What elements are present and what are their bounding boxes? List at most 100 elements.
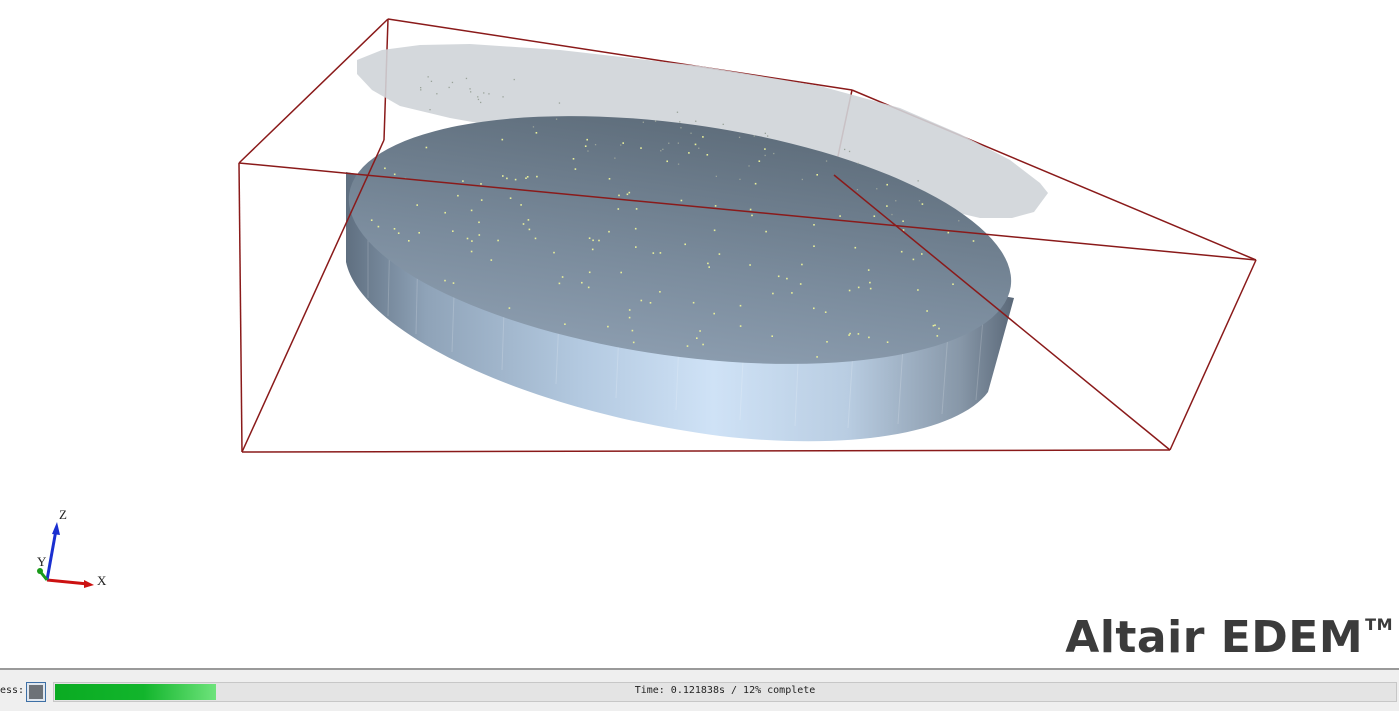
- 3d-viewport[interactable]: Z Y X Altair EDEM TM: [0, 0, 1399, 668]
- status-bar: ess: Time: 0.121838s / 12% complete: [0, 668, 1399, 711]
- particle: [849, 332, 851, 335]
- scene-canvas: Z Y X: [37, 18, 1257, 588]
- particle: [848, 289, 851, 292]
- particle: [692, 301, 695, 304]
- particle: [758, 160, 761, 162]
- particle: [662, 148, 664, 150]
- particle: [772, 292, 774, 295]
- particle: [640, 299, 643, 302]
- particle: [628, 316, 631, 319]
- particle: [480, 101, 482, 104]
- particle: [488, 93, 490, 95]
- stop-square-icon: [29, 685, 43, 699]
- particle: [526, 176, 529, 178]
- particle: [622, 142, 624, 144]
- particle: [801, 178, 803, 181]
- particle: [564, 323, 566, 325]
- brand-trademark: TM: [1365, 615, 1393, 634]
- particle: [592, 239, 594, 242]
- particle: [558, 282, 561, 285]
- particle: [553, 251, 555, 254]
- particle: [397, 232, 400, 234]
- particle: [532, 126, 535, 128]
- particle: [506, 177, 508, 180]
- particle: [921, 203, 924, 205]
- particle: [686, 345, 689, 347]
- particle: [591, 248, 594, 251]
- particle: [527, 219, 530, 221]
- particle: [608, 178, 611, 180]
- particle: [715, 175, 717, 177]
- particle: [477, 96, 479, 98]
- particle: [708, 266, 710, 268]
- particle: [614, 157, 616, 159]
- particle: [588, 237, 591, 239]
- particle: [666, 160, 668, 163]
- particle: [477, 98, 480, 101]
- particle: [660, 150, 662, 152]
- particle: [642, 121, 644, 123]
- particle: [436, 93, 438, 95]
- particle: [813, 307, 815, 310]
- particle: [631, 329, 634, 332]
- particle: [813, 245, 815, 247]
- particle: [635, 208, 638, 210]
- particle: [587, 150, 589, 152]
- particle: [608, 230, 610, 233]
- particle: [844, 148, 846, 151]
- particle: [659, 291, 661, 293]
- particle: [886, 205, 888, 207]
- particle: [607, 325, 609, 328]
- particle: [420, 89, 422, 91]
- particle: [588, 271, 591, 274]
- particle: [451, 81, 454, 84]
- particle: [528, 228, 531, 231]
- particle: [561, 276, 564, 278]
- particle: [764, 148, 766, 150]
- particle: [773, 152, 775, 155]
- particle: [384, 167, 386, 170]
- particle: [501, 138, 504, 141]
- particle: [934, 324, 936, 326]
- particle: [824, 311, 827, 313]
- particle: [718, 253, 721, 255]
- particle: [574, 168, 577, 170]
- progress-label: ess:: [0, 685, 25, 696]
- particle: [816, 356, 818, 358]
- stop-button[interactable]: [26, 682, 46, 702]
- axis-z-label: Z: [59, 507, 67, 522]
- particle: [869, 287, 872, 290]
- particle: [958, 220, 960, 222]
- particle: [799, 283, 802, 285]
- particle: [677, 142, 679, 144]
- particle: [444, 211, 446, 214]
- particle: [418, 232, 420, 234]
- particle: [848, 150, 851, 153]
- particle: [902, 220, 904, 222]
- particle: [635, 246, 637, 248]
- particle: [471, 240, 473, 242]
- particle: [514, 178, 517, 181]
- particle: [753, 135, 755, 137]
- particle: [469, 88, 471, 90]
- particle: [572, 158, 575, 160]
- particle: [856, 189, 859, 191]
- particle: [921, 253, 923, 255]
- particle: [632, 341, 635, 344]
- particle: [749, 208, 752, 211]
- particle: [654, 120, 657, 122]
- particle: [617, 208, 620, 210]
- particle: [764, 154, 766, 157]
- particle: [722, 123, 724, 125]
- particle: [502, 175, 504, 177]
- particle: [857, 333, 860, 335]
- particle: [513, 78, 515, 81]
- particle: [465, 77, 468, 80]
- particle: [748, 165, 750, 167]
- particle: [584, 145, 587, 147]
- particle: [765, 230, 767, 233]
- particle: [791, 292, 793, 294]
- axis-x-label: X: [97, 573, 107, 588]
- particle: [777, 275, 780, 278]
- particle: [620, 144, 622, 146]
